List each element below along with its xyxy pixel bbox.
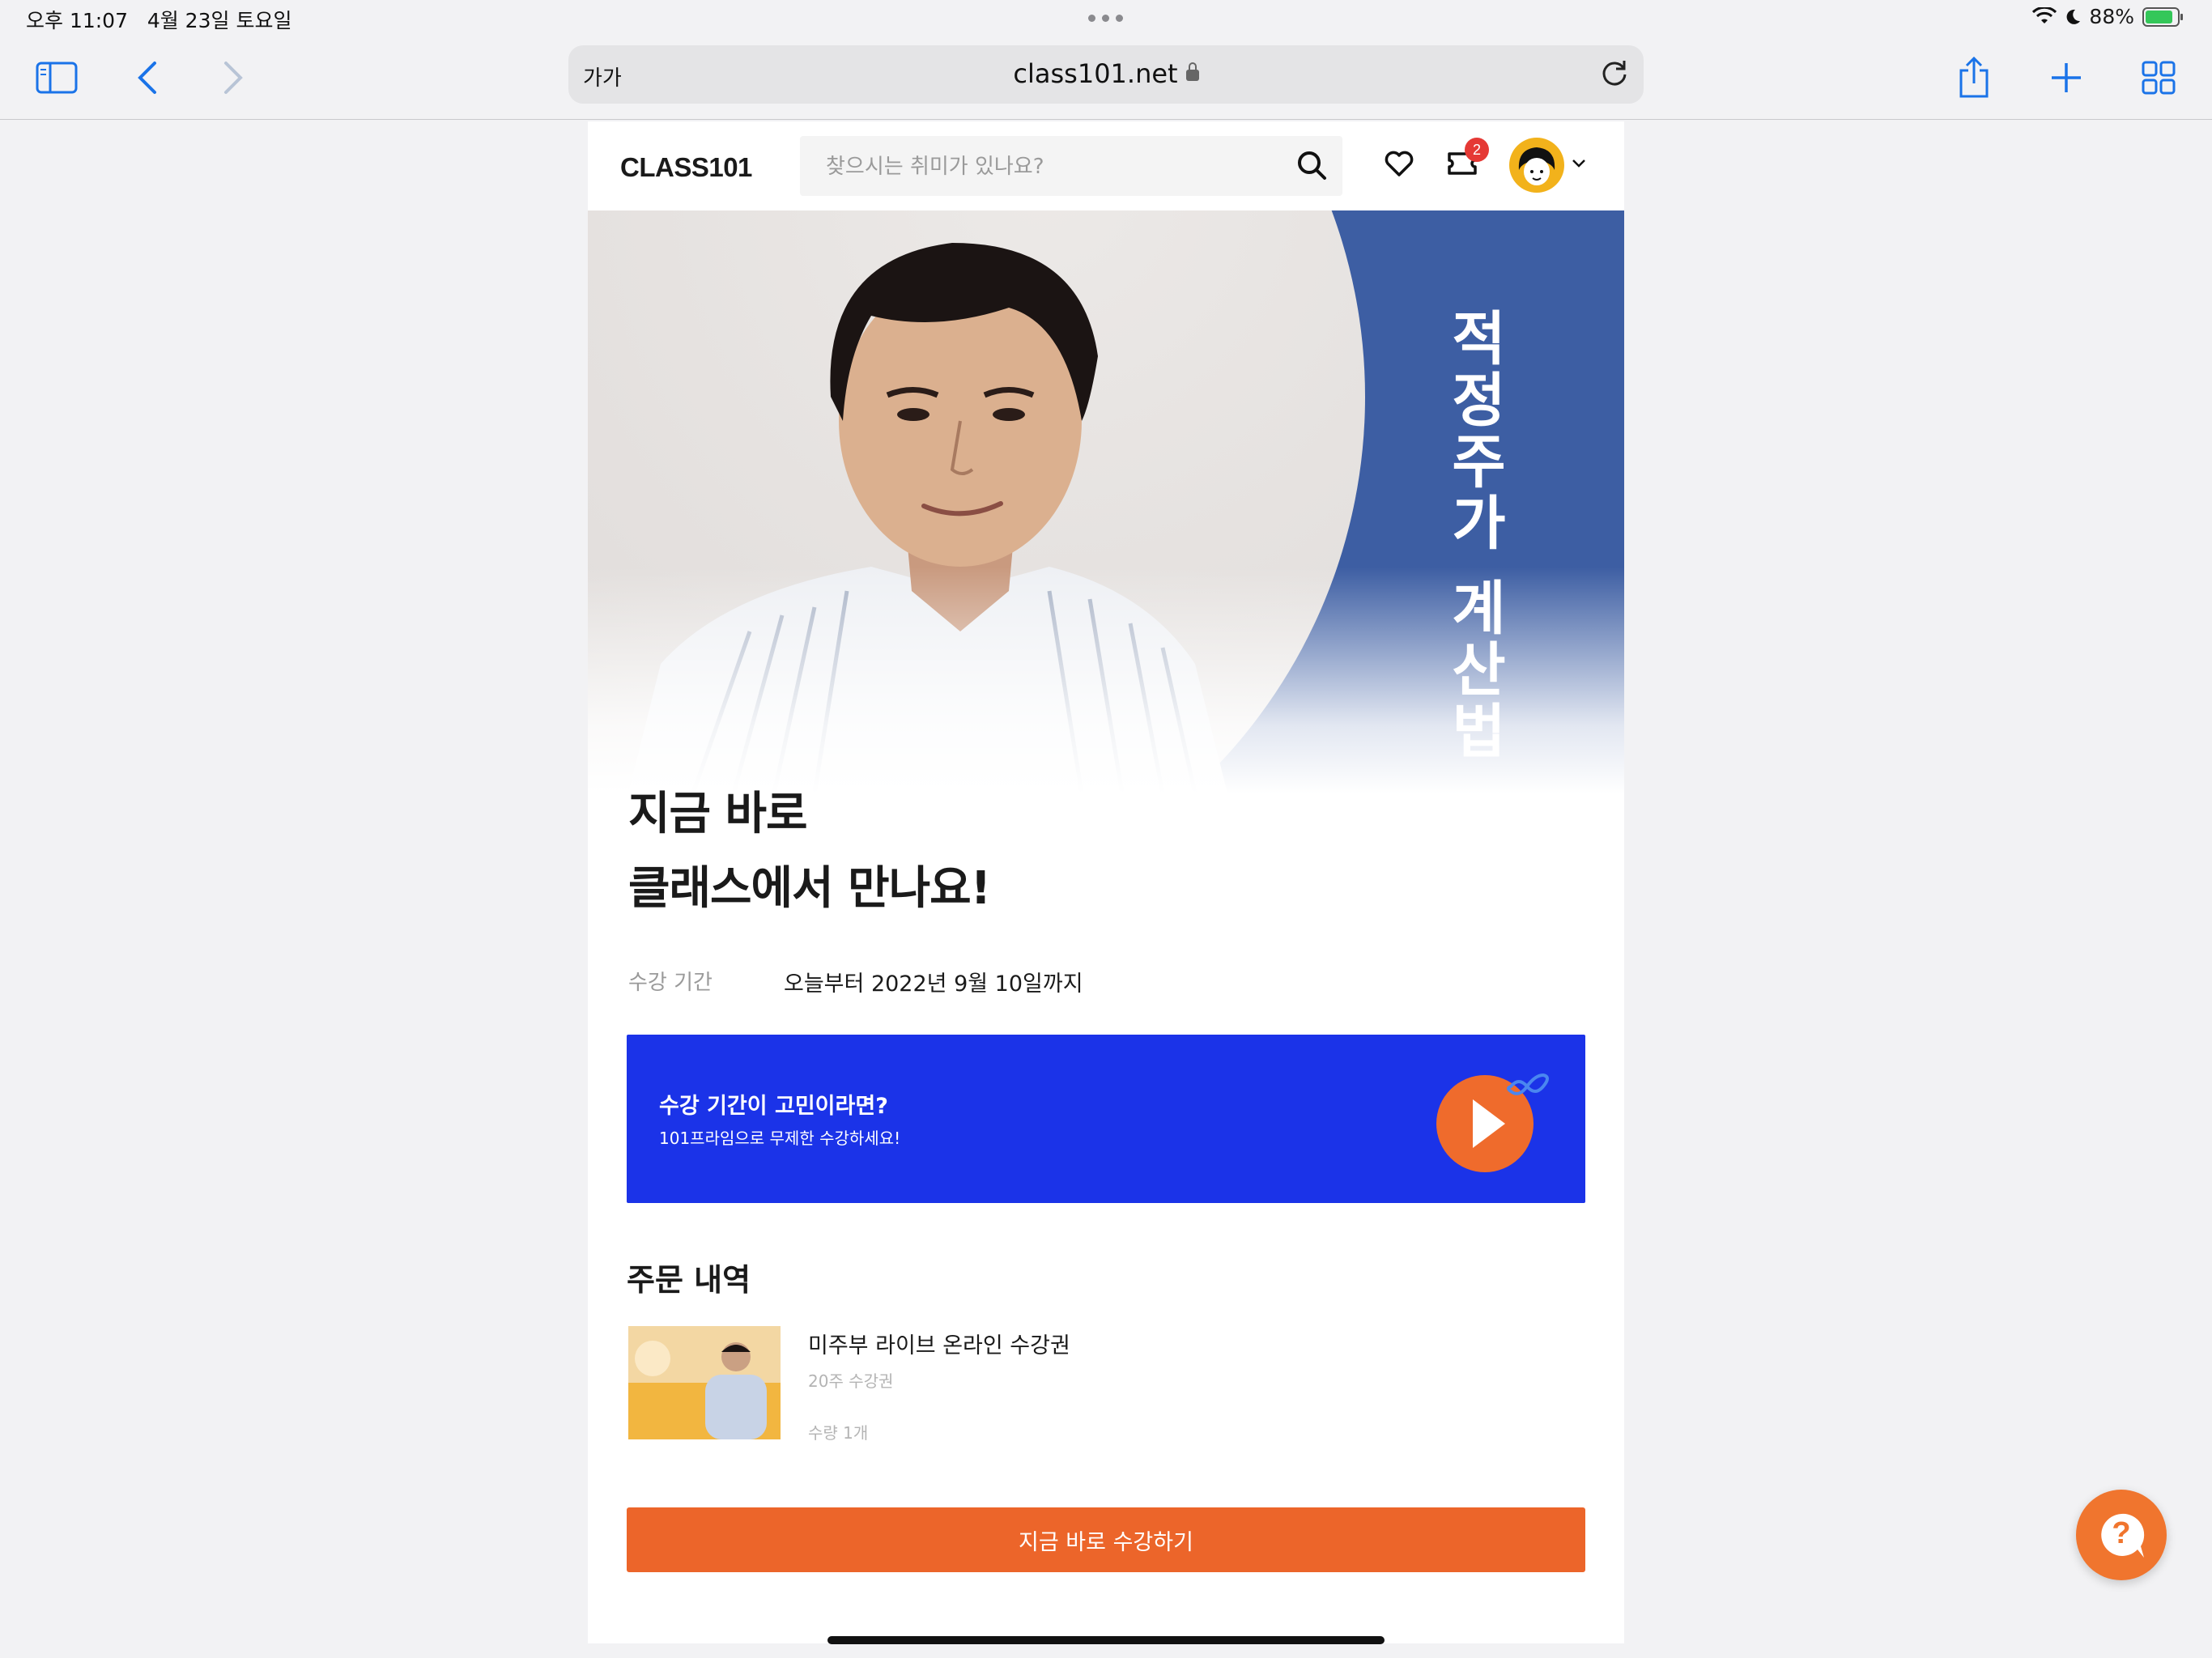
period-value: 오늘부터 2022년 9월 10일까지: [784, 971, 1083, 997]
site-logo[interactable]: CLASS101: [620, 152, 752, 183]
prime-promo-banner[interactable]: 수강 기간이 고민이라면? 101프라임으로 무제한 수강하세요!: [627, 1035, 1585, 1203]
moon-icon: [2067, 9, 2081, 24]
order-item-subtitle: 20주 수강권: [808, 1371, 894, 1391]
cart-count-badge: 2: [1465, 138, 1489, 162]
search-box[interactable]: [800, 136, 1342, 196]
search-icon[interactable]: [1294, 147, 1331, 188]
back-icon[interactable]: [123, 53, 172, 102]
wifi-icon: [2032, 6, 2057, 23]
home-indicator[interactable]: [827, 1636, 1385, 1644]
multitasking-dots[interactable]: [1088, 15, 1123, 22]
order-item-name[interactable]: 미주부 라이브 온라인 수강권: [808, 1328, 1070, 1359]
address-bar[interactable]: 가가 class101.net: [568, 45, 1644, 104]
heart-icon[interactable]: [1381, 146, 1417, 185]
play-infinity-icon: [1436, 1073, 1549, 1172]
tabs-overview-icon[interactable]: [2134, 53, 2183, 102]
share-icon[interactable]: [1950, 53, 1998, 102]
start-course-button[interactable]: 지금 바로 수강하기: [627, 1507, 1585, 1572]
chevron-down-icon[interactable]: [1571, 157, 1587, 172]
order-thumbnail[interactable]: [628, 1326, 781, 1439]
headline-line-1: 지금 바로: [628, 788, 808, 840]
page-bottom-edge: [588, 1643, 1624, 1658]
web-page: CLASS101 2: [588, 121, 1624, 1658]
help-chat-button[interactable]: ?: [2076, 1490, 2167, 1580]
battery-icon: [2142, 6, 2183, 27]
forward-icon[interactable]: [209, 53, 257, 102]
help-label: ?: [2112, 1516, 2131, 1550]
hero-banner: 적정주가 계산법: [588, 210, 1624, 793]
status-time-date: 오후 11:07 4월 23일 토요일: [26, 9, 292, 32]
promo-title: 수강 기간이 고민이라면?: [659, 1094, 888, 1119]
promo-subtitle: 101프라임으로 무제한 수강하세요!: [659, 1129, 901, 1148]
orders-title: 주문 내역: [627, 1262, 751, 1298]
browser-toolbar: 가가 class101.net: [0, 39, 2212, 120]
page-title: 지금 바로 클래스에서 만나요!: [628, 777, 991, 926]
reload-icon[interactable]: [1597, 55, 1632, 94]
status-right: 88%: [2032, 5, 2183, 28]
search-input[interactable]: [824, 147, 1281, 186]
lock-icon: [1185, 62, 1199, 81]
headline-line-2: 클래스에서 만나요!: [628, 862, 991, 915]
battery-percent: 88%: [2089, 5, 2134, 28]
new-tab-icon[interactable]: [2042, 53, 2091, 102]
avatar[interactable]: [1509, 138, 1564, 193]
period-label: 수강 기간: [628, 971, 713, 995]
url-text[interactable]: class101.net: [1013, 58, 1177, 89]
status-bar: 오후 11:07 4월 23일 토요일 88%: [0, 0, 2212, 39]
site-header: CLASS101 2: [588, 121, 1624, 210]
order-item-quantity: 수량 1개: [808, 1423, 869, 1443]
course-title-vertical: 적정주가 계산법: [1440, 308, 1508, 763]
sidebar-icon[interactable]: [32, 53, 81, 102]
